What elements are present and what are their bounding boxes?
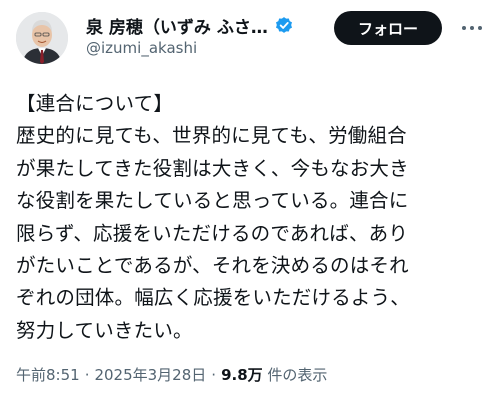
avatar-image [16, 12, 68, 64]
tweet-line: がたいことであるが、それを決めるのはそれ [16, 254, 409, 278]
tweet-date[interactable]: 2025年3月28日 [94, 366, 206, 384]
tweet-line: な役割を果たしていると思っている。連合に [16, 189, 409, 213]
tweet-line: 限らず、応援をいただけるのであれば、あり [16, 221, 409, 245]
tweet-time[interactable]: 午前8:51 [16, 366, 80, 384]
tweet-line: ぞれの団体。幅広く応援をいただけるよう、 [16, 286, 411, 310]
meta-separator: · [84, 366, 90, 384]
tweet-line: 歴史的に見ても、世界的に見ても、労働組合 [16, 124, 407, 148]
tweet-meta: 午前8:51 · 2025年3月28日 · 9.8万 件の表示 [16, 364, 327, 385]
views-label: 件の表示 [267, 366, 328, 384]
verified-badge-icon [275, 17, 292, 33]
more-options-icon[interactable] [456, 14, 488, 42]
tweet-line: 【連合について】 [16, 92, 174, 115]
views-count[interactable]: 9.8万 [221, 366, 263, 384]
display-name[interactable]: 泉 房穂（いずみ ふさ… [86, 13, 268, 38]
tweet-line: 努力していきたい。 [16, 318, 193, 342]
avatar[interactable] [16, 12, 68, 64]
meta-separator: · [211, 366, 217, 384]
user-name-row: 泉 房穂（いずみ ふさ… [86, 12, 294, 38]
tweet-text: 【連合について】 歴史的に見ても、世界的に見ても、労働組合 が果たしてきた役割は… [16, 88, 486, 347]
tweet-line: が果たしてきた役割は大きく、今もなお大き [16, 156, 409, 180]
user-handle[interactable]: @izumi_akashi [86, 39, 197, 57]
follow-button[interactable]: フォロー [334, 11, 442, 45]
